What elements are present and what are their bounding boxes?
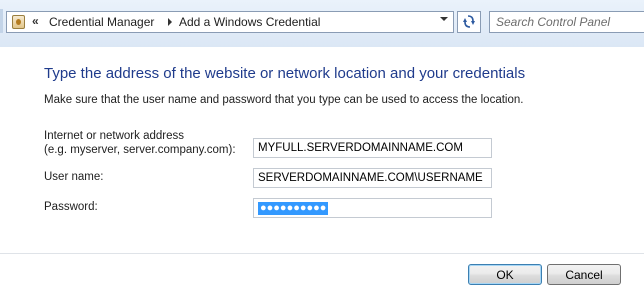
username-field[interactable] [253, 168, 492, 188]
address-bar-strip: « Credential Manager Add a Windows Crede… [0, 0, 644, 47]
search-box[interactable] [489, 11, 644, 33]
password-field[interactable]: ●●●●●●●●●● [253, 198, 492, 218]
address-bar[interactable]: « Credential Manager Add a Windows Crede… [6, 11, 454, 33]
refresh-icon [463, 15, 475, 28]
ok-button[interactable]: OK [468, 264, 542, 285]
dropdown-arrow-icon[interactable] [440, 17, 448, 21]
overflow-chevron[interactable]: « [32, 14, 39, 28]
address-label-line2: (e.g. myserver, server.company.com): [44, 144, 236, 156]
window-left-edge [0, 9, 3, 33]
breadcrumb-add-windows-credential[interactable]: Add a Windows Credential [179, 15, 320, 29]
cancel-button[interactable]: Cancel [547, 264, 621, 285]
refresh-button[interactable] [457, 11, 481, 33]
breadcrumb-arrow-icon[interactable] [168, 18, 172, 26]
control-panel-icon [12, 15, 25, 29]
password-label: Password: [44, 201, 98, 213]
page-subtitle: Make sure that the user name and passwor… [44, 94, 524, 106]
username-label: User name: [44, 171, 104, 183]
search-input[interactable] [490, 12, 644, 32]
password-masked-value: ●●●●●●●●●● [258, 202, 329, 215]
footer-divider [0, 253, 644, 254]
network-address-field[interactable] [253, 138, 492, 158]
address-label-line1: Internet or network address [44, 130, 184, 142]
breadcrumb-credential-manager[interactable]: Credential Manager [49, 15, 154, 29]
page-title: Type the address of the website or netwo… [44, 65, 526, 82]
